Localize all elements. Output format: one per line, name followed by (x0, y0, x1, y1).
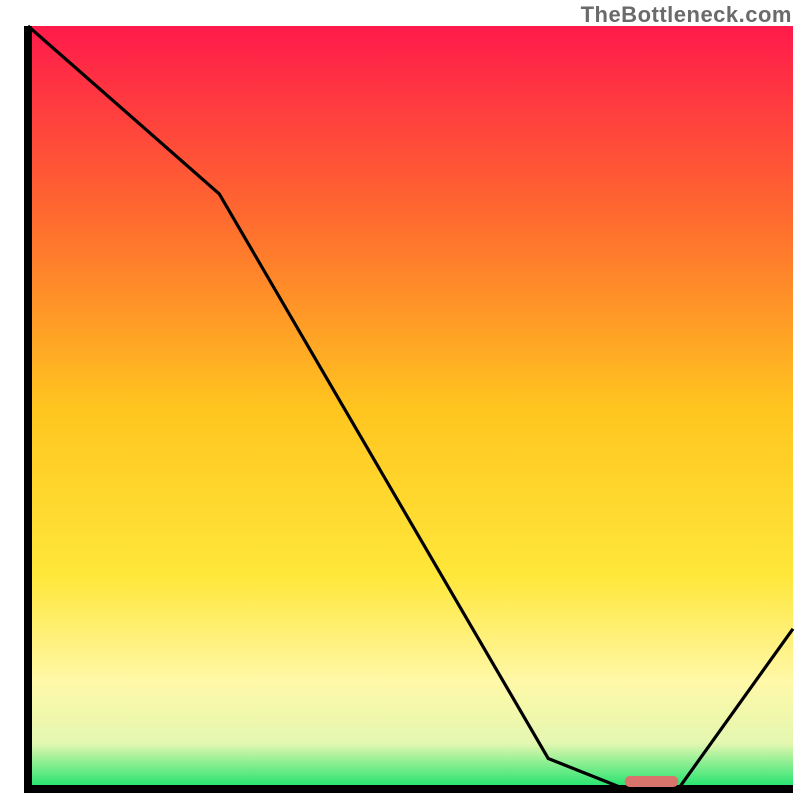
watermark-text: TheBottleneck.com (581, 2, 792, 28)
plot-background (28, 26, 793, 789)
bottleneck-chart (0, 0, 800, 800)
chart-container: { "watermark": "TheBottleneck.com", "cha… (0, 0, 800, 800)
optimal-range-marker (625, 776, 679, 787)
